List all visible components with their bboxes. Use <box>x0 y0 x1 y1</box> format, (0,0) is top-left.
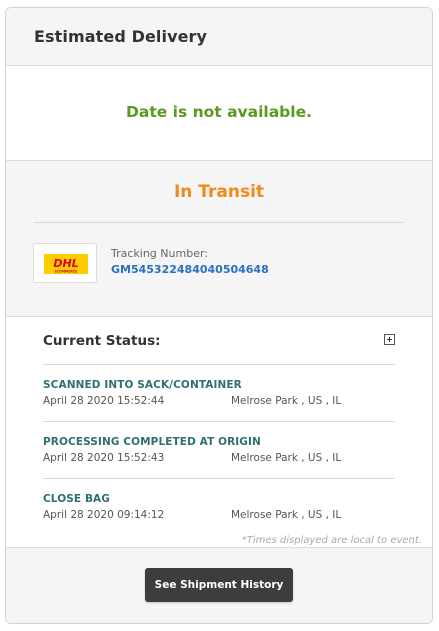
divider <box>43 421 395 422</box>
divider <box>43 478 395 479</box>
logo-text: DHL <box>53 257 78 270</box>
delivery-card: Estimated Delivery Date is not available… <box>5 7 433 624</box>
card-footer: See Shipment History <box>6 548 432 623</box>
status-event: PROCESSING COMPLETED AT ORIGIN April 28 … <box>43 436 395 476</box>
event-timestamp: April 28 2020 15:52:43 <box>43 452 165 464</box>
divider <box>43 364 395 365</box>
event-location: Melrose Park , US , IL <box>231 395 342 407</box>
logo-subtext: eCOMMERCE <box>55 270 78 274</box>
tracking-number-link[interactable]: GM545322484040504648 <box>111 263 269 276</box>
event-title: SCANNED INTO SACK/CONTAINER <box>43 379 242 391</box>
card-title: Estimated Delivery <box>34 27 208 46</box>
see-shipment-history-button[interactable]: See Shipment History <box>145 568 293 602</box>
shipment-status-section: In Transit DHL eCOMMERCE Tracking Number… <box>6 161 432 317</box>
current-status-section: Current Status: SCANNED INTO SACK/CONTAI… <box>6 317 432 548</box>
estimated-date-text: Date is not available. <box>126 103 312 121</box>
status-event: CLOSE BAG April 28 2020 09:14:12 Melrose… <box>43 493 395 533</box>
event-title: PROCESSING COMPLETED AT ORIGIN <box>43 436 261 448</box>
status-event: SCANNED INTO SACK/CONTAINER April 28 202… <box>43 379 395 419</box>
card-header: Estimated Delivery <box>6 8 432 66</box>
carrier-logo: DHL eCOMMERCE <box>33 243 97 283</box>
current-status-title: Current Status: <box>43 333 161 349</box>
event-title: CLOSE BAG <box>43 493 110 505</box>
event-location: Melrose Park , US , IL <box>231 452 342 464</box>
tracking-number-label: Tracking Number: <box>111 247 208 260</box>
shipment-status-text: In Transit <box>173 182 265 202</box>
expand-plus-icon[interactable] <box>384 334 395 345</box>
estimated-date-section: Date is not available. <box>6 66 432 161</box>
dhl-ecommerce-logo-icon: DHL eCOMMERCE <box>34 244 96 282</box>
event-timestamp: April 28 2020 15:52:44 <box>43 395 165 407</box>
event-location: Melrose Park , US , IL <box>231 509 342 521</box>
divider <box>34 222 404 223</box>
local-time-note: *Times displayed are local to event. <box>241 535 422 546</box>
event-timestamp: April 28 2020 09:14:12 <box>43 509 165 521</box>
